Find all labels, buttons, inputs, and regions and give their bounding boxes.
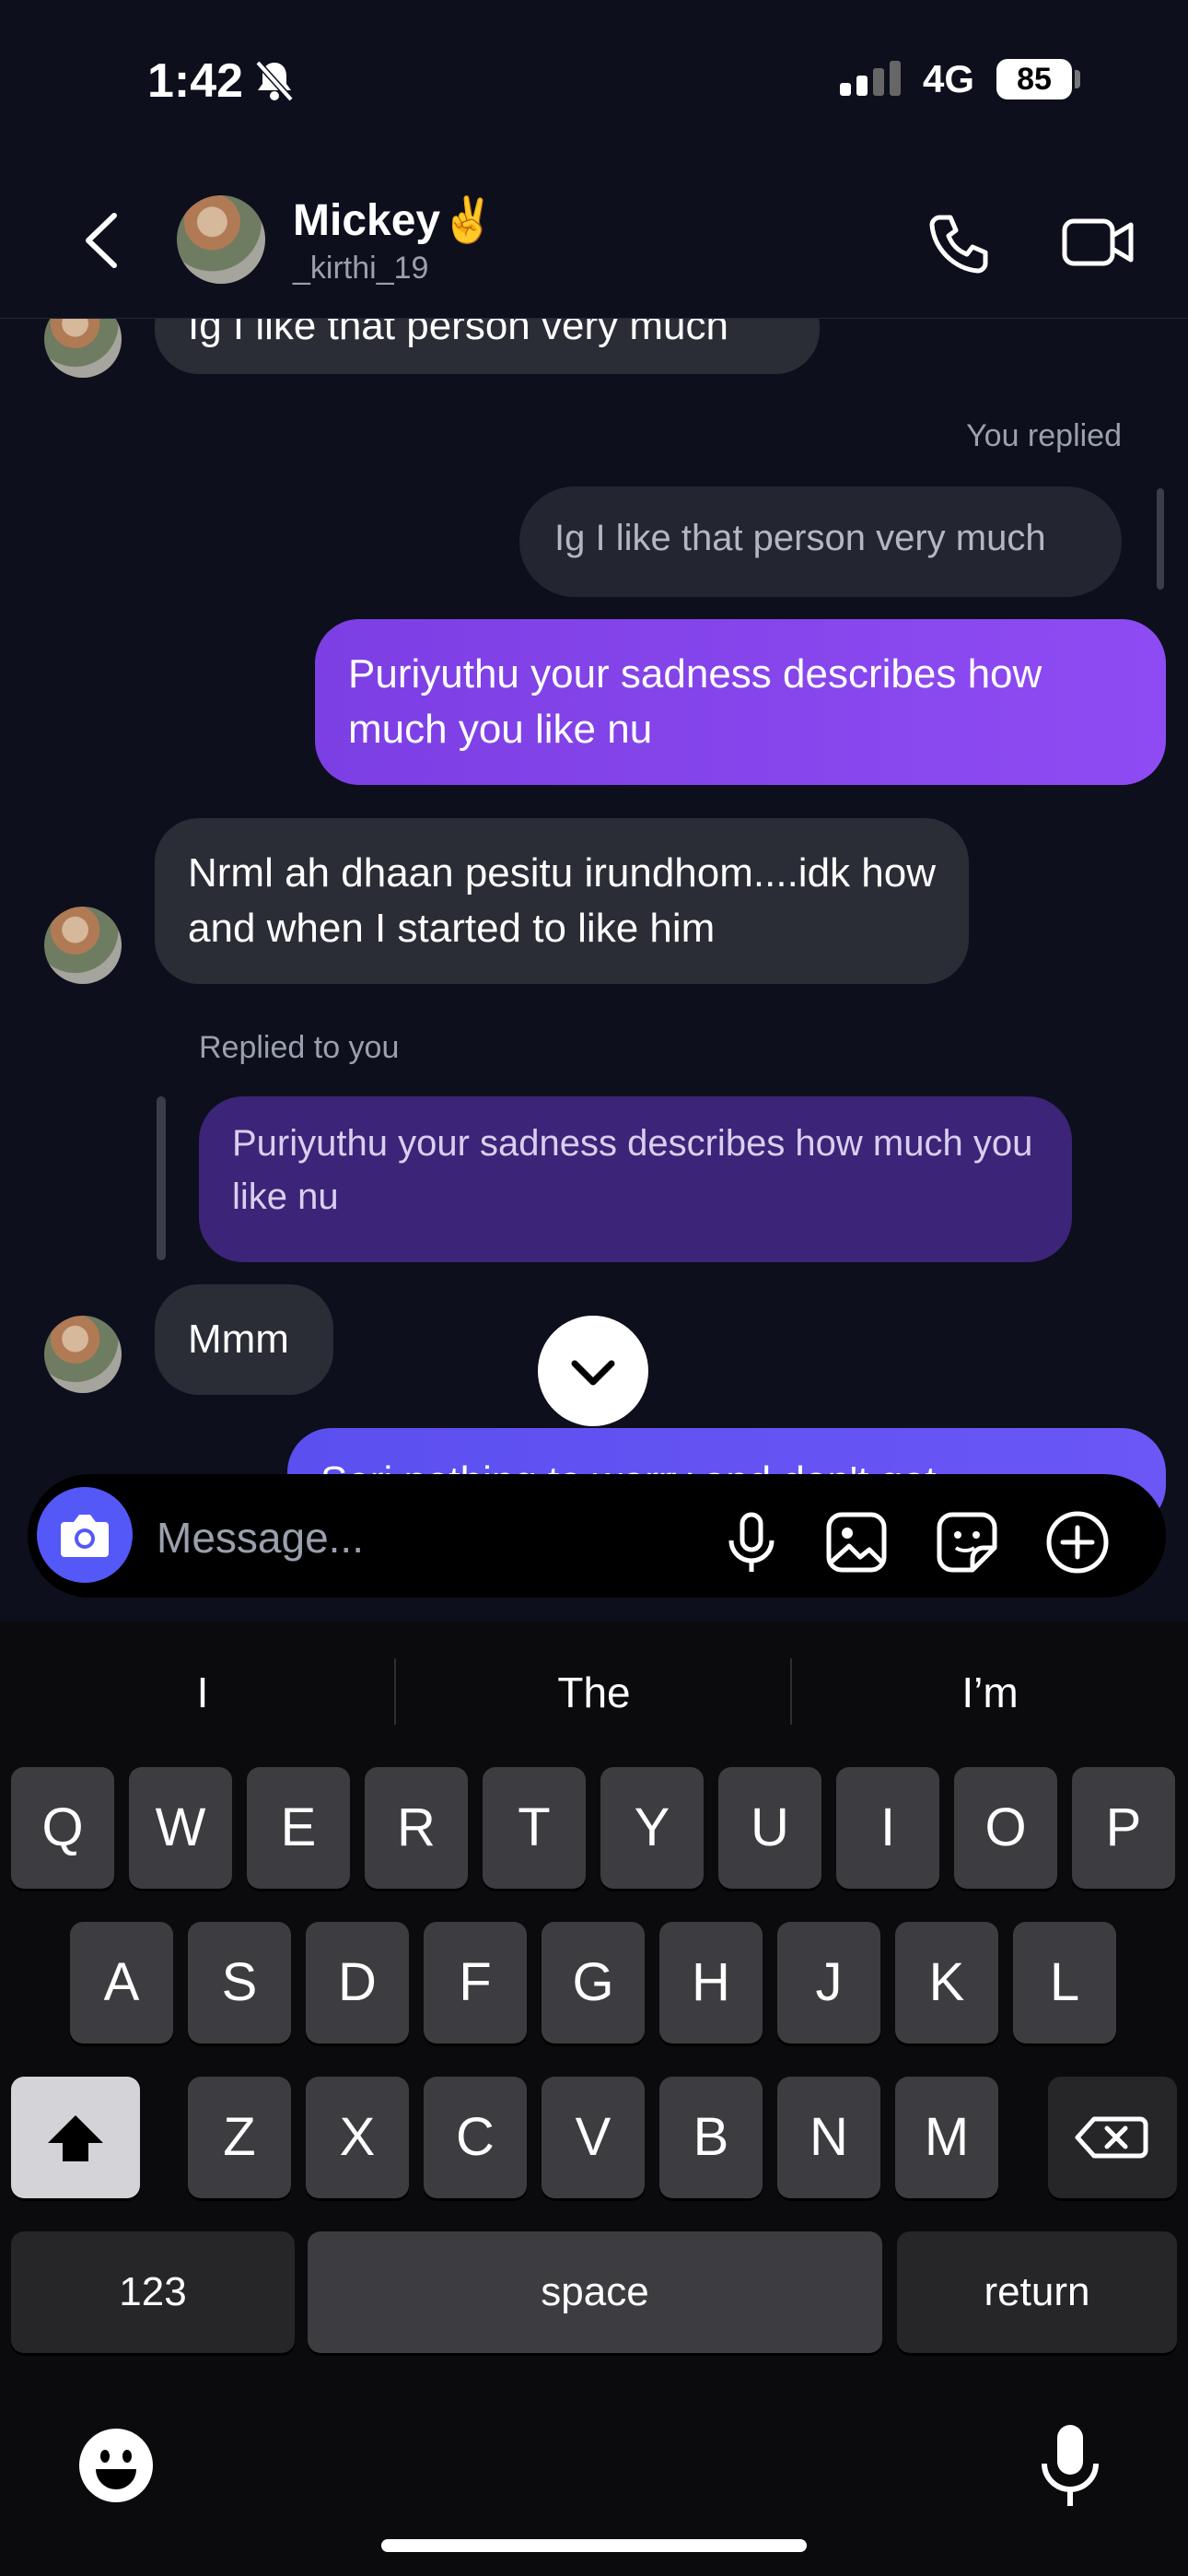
quoted-message[interactable]: Ig I like that person very much bbox=[519, 486, 1122, 597]
camera-icon bbox=[61, 1515, 109, 1557]
silent-bell-icon bbox=[255, 60, 294, 102]
home-indicator[interactable] bbox=[381, 2539, 807, 2552]
quoted-outgoing-message[interactable]: Puriyuthu your sadness describes how muc… bbox=[199, 1096, 1072, 1262]
suggestion-divider bbox=[394, 1658, 396, 1725]
status-time: 1:42 bbox=[147, 54, 244, 108]
sender-avatar[interactable] bbox=[44, 1316, 122, 1393]
key-h[interactable]: H bbox=[659, 1922, 763, 2043]
sender-avatar[interactable] bbox=[44, 907, 122, 984]
contact-name[interactable]: Mickey✌️ bbox=[293, 193, 495, 246]
delete-key[interactable] bbox=[1048, 2077, 1177, 2198]
key-j[interactable]: J bbox=[777, 1922, 880, 2043]
add-icon[interactable] bbox=[1044, 1509, 1111, 1575]
key-w[interactable]: W bbox=[129, 1767, 232, 1889]
key-d[interactable]: D bbox=[306, 1922, 409, 2043]
phone-call-icon[interactable] bbox=[926, 210, 993, 276]
dictation-mic-icon[interactable] bbox=[1035, 2421, 1105, 2510]
reply-indicator-bar bbox=[157, 1096, 166, 1260]
sticker-icon[interactable] bbox=[934, 1509, 1000, 1575]
scrollbar[interactable] bbox=[1157, 488, 1164, 590]
shift-arrow-icon bbox=[48, 2115, 103, 2161]
numbers-key[interactable]: 123 bbox=[11, 2231, 295, 2353]
scroll-to-bottom-button[interactable] bbox=[538, 1316, 648, 1426]
return-key[interactable]: return bbox=[897, 2231, 1177, 2353]
key-l[interactable]: L bbox=[1013, 1922, 1116, 2043]
key-e[interactable]: E bbox=[247, 1767, 350, 1889]
key-k[interactable]: K bbox=[895, 1922, 998, 2043]
key-t[interactable]: T bbox=[483, 1767, 586, 1889]
key-b[interactable]: B bbox=[659, 2077, 763, 2198]
key-r[interactable]: R bbox=[365, 1767, 468, 1889]
key-c[interactable]: C bbox=[424, 2077, 527, 2198]
video-call-icon[interactable] bbox=[1061, 212, 1135, 273]
backspace-icon bbox=[1075, 2116, 1148, 2159]
suggestion-1[interactable]: I bbox=[28, 1668, 378, 1717]
key-n[interactable]: N bbox=[777, 2077, 880, 2198]
contact-avatar[interactable] bbox=[177, 195, 265, 284]
key-f[interactable]: F bbox=[424, 1922, 527, 2043]
cell-signal-icon bbox=[840, 61, 906, 96]
incoming-message[interactable]: Nrml ah dhaan pesitu irundhom....idk how… bbox=[155, 818, 969, 984]
back-arrow-icon[interactable] bbox=[74, 208, 129, 273]
key-y[interactable]: Y bbox=[600, 1767, 704, 1889]
key-s[interactable]: S bbox=[188, 1922, 291, 2043]
incoming-message[interactable]: Mmm bbox=[155, 1284, 333, 1395]
key-q[interactable]: Q bbox=[11, 1767, 114, 1889]
key-z[interactable]: Z bbox=[188, 2077, 291, 2198]
you-replied-label: You replied bbox=[966, 418, 1122, 453]
camera-button[interactable] bbox=[37, 1487, 133, 1583]
key-m[interactable]: M bbox=[895, 2077, 998, 2198]
space-key[interactable]: space bbox=[308, 2231, 882, 2353]
key-v[interactable]: V bbox=[542, 2077, 645, 2198]
shift-key[interactable] bbox=[11, 2077, 140, 2198]
battery-level: 85 bbox=[996, 59, 1072, 100]
suggestion-3[interactable]: I’m bbox=[815, 1668, 1165, 1717]
outgoing-message[interactable]: Puriyuthu your sadness describes how muc… bbox=[315, 619, 1166, 785]
replied-to-you-label: Replied to you bbox=[199, 1030, 400, 1065]
gallery-icon[interactable] bbox=[823, 1509, 890, 1575]
suggestion-divider bbox=[790, 1658, 792, 1725]
chevron-down-icon bbox=[571, 1360, 615, 1386]
message-input[interactable] bbox=[155, 1507, 674, 1568]
key-a[interactable]: A bbox=[70, 1922, 173, 2043]
network-type: 4G bbox=[923, 57, 975, 100]
contact-username[interactable]: _kirthi_19 bbox=[293, 251, 428, 287]
key-o[interactable]: O bbox=[954, 1767, 1057, 1889]
battery-tip bbox=[1075, 70, 1080, 88]
key-i[interactable]: I bbox=[836, 1767, 939, 1889]
suggestion-2[interactable]: The bbox=[419, 1668, 769, 1717]
key-u[interactable]: U bbox=[718, 1767, 821, 1889]
key-g[interactable]: G bbox=[542, 1922, 645, 2043]
microphone-icon[interactable] bbox=[718, 1509, 785, 1575]
key-p[interactable]: P bbox=[1072, 1767, 1175, 1889]
emoji-icon[interactable] bbox=[77, 2427, 155, 2504]
key-x[interactable]: X bbox=[306, 2077, 409, 2198]
